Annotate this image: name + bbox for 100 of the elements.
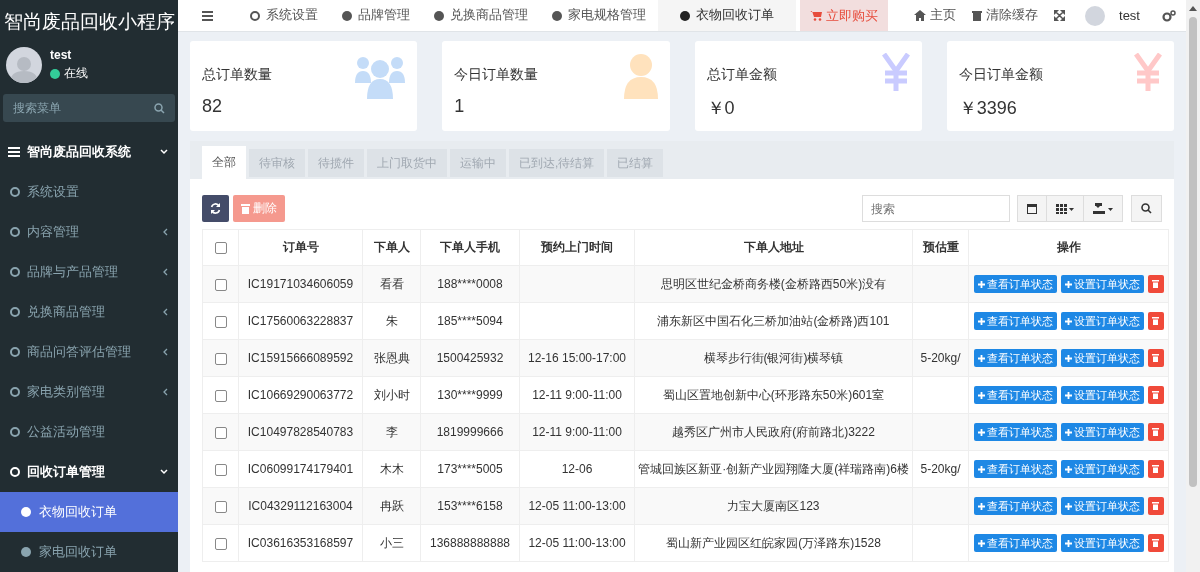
table-cell: 小三: [379, 535, 404, 550]
scrollbar[interactable]: [1186, 0, 1200, 572]
nav-tab[interactable]: 兑换商品管理: [422, 0, 540, 31]
stat-value: ￥0: [706, 97, 735, 120]
menu-item[interactable]: 内容管理: [0, 212, 178, 252]
checkbox[interactable]: [214, 463, 227, 476]
checkbox[interactable]: [214, 315, 227, 328]
nav-tab[interactable]: 品牌管理: [330, 0, 422, 31]
column-header: 下单人: [373, 240, 410, 254]
menu-item[interactable]: 系统设置: [0, 172, 178, 212]
status-tab[interactable]: 待揽件: [308, 149, 364, 177]
checkbox[interactable]: [214, 278, 227, 291]
stat-title: 总订单金额: [706, 66, 777, 84]
status-tab[interactable]: 待审核: [249, 149, 305, 177]
export-button[interactable]: [1083, 195, 1123, 222]
settings-icon[interactable]: [1162, 9, 1176, 22]
plus-icon: [977, 391, 985, 399]
search-icon: [1141, 203, 1152, 214]
plus-icon: [977, 539, 985, 547]
action-button[interactable]: 查看订单状态: [973, 534, 1057, 552]
menu-item[interactable]: 家电类别管理: [0, 372, 178, 412]
menu-search-field[interactable]: 搜索菜单: [3, 94, 175, 122]
trash-icon: [1152, 391, 1159, 399]
nav-tab[interactable]: 系统设置: [238, 0, 330, 31]
checkbox[interactable]: [214, 500, 227, 513]
table-cell: 12-06: [561, 462, 593, 476]
menu-item[interactable]: 智尚废品回收系统: [0, 132, 178, 172]
table-cell: IC10669290063772: [247, 388, 354, 402]
search-field[interactable]: 搜索: [862, 195, 1010, 222]
action-button[interactable]: 设置订单状态: [1060, 460, 1144, 478]
action-button[interactable]: 查看订单状态: [973, 386, 1057, 404]
checkbox[interactable]: [214, 537, 227, 550]
table-cell: IC06099174179401: [247, 462, 354, 476]
plus-icon: [1064, 502, 1072, 510]
plus-icon: [1064, 391, 1072, 399]
nav-tab[interactable]: 衣物回收订单: [658, 0, 796, 31]
scroll-up-icon[interactable]: [1189, 6, 1197, 11]
user-name: test: [50, 48, 73, 62]
table-cell: 朱: [385, 313, 398, 328]
delete-row-button[interactable]: [1147, 423, 1164, 441]
search-button[interactable]: [1131, 195, 1162, 222]
clear-cache-button[interactable]: 清除缓存: [964, 0, 1047, 31]
menu-item[interactable]: 公益活动管理: [0, 412, 178, 452]
menu-item[interactable]: 衣物回收订单: [0, 492, 178, 532]
action-button[interactable]: 查看订单状态: [973, 275, 1057, 293]
plus-icon: [977, 502, 985, 510]
user-menu[interactable]: test: [1119, 8, 1140, 23]
buy-button[interactable]: 立即购买: [800, 0, 889, 31]
menu-item[interactable]: 商品问答评估管理: [0, 332, 178, 372]
delete-row-button[interactable]: [1147, 275, 1164, 293]
action-button[interactable]: 查看订单状态: [973, 460, 1057, 478]
stat-value: 1: [454, 96, 465, 117]
delete-row-button[interactable]: [1147, 312, 1164, 330]
table-cell: 12-05 11:00-13:00: [528, 499, 626, 513]
toggle-view-button[interactable]: [1017, 195, 1047, 222]
plus-icon: [1064, 280, 1072, 288]
action-button[interactable]: 查看订单状态: [973, 312, 1057, 330]
delete-row-button[interactable]: [1147, 460, 1164, 478]
menu-item[interactable]: 品牌与产品管理: [0, 252, 178, 292]
stat-title: 今日订单金额: [958, 66, 1043, 84]
action-button[interactable]: 查看订单状态: [973, 497, 1057, 515]
table-cell: 1500425932: [436, 351, 504, 365]
nav-tab[interactable]: 家电规格管理: [540, 0, 658, 31]
table-cell: IC19171034606059: [247, 277, 354, 291]
checkbox[interactable]: [214, 242, 227, 255]
table-cell: IC17560063228837: [247, 314, 354, 328]
action-button[interactable]: 设置订单状态: [1060, 423, 1144, 441]
delete-row-button[interactable]: [1147, 349, 1164, 367]
checkbox[interactable]: [214, 426, 227, 439]
trash-icon: [1152, 465, 1159, 473]
trash-icon: [1152, 354, 1159, 362]
action-button[interactable]: 设置订单状态: [1060, 497, 1144, 515]
checkbox[interactable]: [214, 352, 227, 365]
menu-item[interactable]: 家电回收订单: [0, 532, 178, 572]
table-cell: IC15915666089592: [247, 351, 354, 365]
menu-item[interactable]: 回收订单管理: [0, 452, 178, 492]
checkbox[interactable]: [214, 389, 227, 402]
action-button[interactable]: 设置订单状态: [1060, 386, 1144, 404]
avatar: [6, 47, 42, 83]
table-icon: [1027, 203, 1037, 214]
delete-row-button[interactable]: [1147, 534, 1164, 552]
table-cell: 浦东新区中国石化三桥加油站(金桥路)西101: [657, 313, 890, 328]
columns-button[interactable]: [1046, 195, 1084, 222]
action-button[interactable]: 查看订单状态: [973, 349, 1057, 367]
delete-row-button[interactable]: [1147, 497, 1164, 515]
delete-row-button[interactable]: [1147, 386, 1164, 404]
refresh-button[interactable]: [202, 195, 229, 222]
table-cell: 张恩典: [373, 350, 410, 365]
table-cell: 1819999666: [436, 425, 504, 439]
action-button[interactable]: 设置订单状态: [1060, 349, 1144, 367]
action-button[interactable]: 设置订单状态: [1060, 534, 1144, 552]
menu-item[interactable]: 兑换商品管理: [0, 292, 178, 332]
action-button[interactable]: 设置订单状态: [1060, 275, 1144, 293]
status-tab[interactable]: 运输中: [450, 149, 506, 177]
trash-icon: [241, 203, 250, 214]
home-link[interactable]: 主页: [906, 0, 965, 31]
stat-value: ￥3396: [958, 97, 1017, 120]
action-button[interactable]: 设置订单状态: [1060, 312, 1144, 330]
action-button[interactable]: 查看订单状态: [973, 423, 1057, 441]
status-tab[interactable]: 全部: [202, 146, 246, 179]
